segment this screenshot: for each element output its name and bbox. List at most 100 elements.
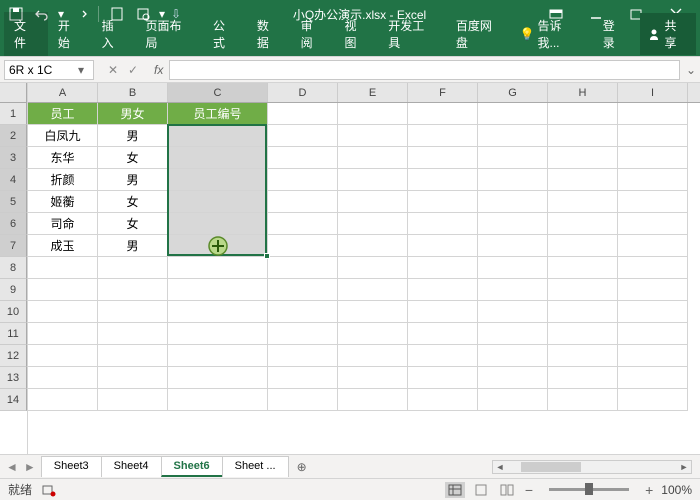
zoom-slider-thumb[interactable] xyxy=(585,483,593,495)
cells-area[interactable]: 员工男女员工编号白凤九男东华女折颜男姬蘅女司命女成玉男 xyxy=(28,103,700,411)
zoom-in-button[interactable]: + xyxy=(643,482,655,498)
sheet-tab-Sheet[interactable]: Sheet ... xyxy=(222,456,289,477)
cell-A7[interactable]: 成玉 xyxy=(28,235,98,257)
cell-C13[interactable] xyxy=(168,367,268,389)
cell-E2[interactable] xyxy=(338,125,408,147)
cell-I8[interactable] xyxy=(618,257,688,279)
cell-D11[interactable] xyxy=(268,323,338,345)
cell-E14[interactable] xyxy=(338,389,408,411)
column-header-A[interactable]: A xyxy=(28,83,98,102)
column-header-G[interactable]: G xyxy=(478,83,548,102)
cell-B6[interactable]: 女 xyxy=(98,213,168,235)
scrollbar-thumb[interactable] xyxy=(521,462,581,472)
cell-C9[interactable] xyxy=(168,279,268,301)
cell-B11[interactable] xyxy=(98,323,168,345)
cell-F14[interactable] xyxy=(408,389,478,411)
cell-A9[interactable] xyxy=(28,279,98,301)
cell-F3[interactable] xyxy=(408,147,478,169)
cell-E1[interactable] xyxy=(338,103,408,125)
cell-H5[interactable] xyxy=(548,191,618,213)
cell-C2[interactable] xyxy=(168,125,268,147)
fill-handle[interactable] xyxy=(264,253,270,259)
cell-E12[interactable] xyxy=(338,345,408,367)
cell-B2[interactable]: 男 xyxy=(98,125,168,147)
cell-B7[interactable]: 男 xyxy=(98,235,168,257)
cell-I2[interactable] xyxy=(618,125,688,147)
cell-A12[interactable] xyxy=(28,345,98,367)
cell-H13[interactable] xyxy=(548,367,618,389)
cell-A3[interactable]: 东华 xyxy=(28,147,98,169)
cell-F9[interactable] xyxy=(408,279,478,301)
row-header-2[interactable]: 2 xyxy=(0,125,27,147)
cell-F1[interactable] xyxy=(408,103,478,125)
cell-H4[interactable] xyxy=(548,169,618,191)
tab-review[interactable]: 审阅 xyxy=(291,12,335,56)
cell-F4[interactable] xyxy=(408,169,478,191)
expand-formula-bar[interactable]: ⌄ xyxy=(686,63,696,77)
cell-B5[interactable]: 女 xyxy=(98,191,168,213)
row-header-7[interactable]: 7 xyxy=(0,235,27,257)
view-page-break-button[interactable] xyxy=(497,482,517,498)
cell-F13[interactable] xyxy=(408,367,478,389)
cell-I7[interactable] xyxy=(618,235,688,257)
row-header-4[interactable]: 4 xyxy=(0,169,27,191)
tab-data[interactable]: 数据 xyxy=(247,12,291,56)
name-box[interactable]: 6R x 1C ▾ xyxy=(4,60,94,80)
cell-E4[interactable] xyxy=(338,169,408,191)
cancel-formula-button[interactable]: ✕ xyxy=(104,63,122,77)
row-header-11[interactable]: 11 xyxy=(0,323,27,345)
cell-H2[interactable] xyxy=(548,125,618,147)
cell-D2[interactable] xyxy=(268,125,338,147)
cell-B3[interactable]: 女 xyxy=(98,147,168,169)
row-header-3[interactable]: 3 xyxy=(0,147,27,169)
cell-A6[interactable]: 司命 xyxy=(28,213,98,235)
cell-C8[interactable] xyxy=(168,257,268,279)
login-button[interactable]: 登录 xyxy=(593,12,637,56)
cell-B8[interactable] xyxy=(98,257,168,279)
cell-C6[interactable] xyxy=(168,213,268,235)
tab-layout[interactable]: 页面布局 xyxy=(135,12,203,56)
scroll-right-arrow[interactable]: ► xyxy=(677,462,691,472)
cell-B4[interactable]: 男 xyxy=(98,169,168,191)
cell-H3[interactable] xyxy=(548,147,618,169)
cell-A13[interactable] xyxy=(28,367,98,389)
cell-A2[interactable]: 白凤九 xyxy=(28,125,98,147)
cell-E10[interactable] xyxy=(338,301,408,323)
cell-G10[interactable] xyxy=(478,301,548,323)
cell-F2[interactable] xyxy=(408,125,478,147)
select-all-corner[interactable] xyxy=(0,83,27,103)
cell-A8[interactable] xyxy=(28,257,98,279)
view-page-layout-button[interactable] xyxy=(471,482,491,498)
row-header-10[interactable]: 10 xyxy=(0,301,27,323)
row-header-6[interactable]: 6 xyxy=(0,213,27,235)
cell-F10[interactable] xyxy=(408,301,478,323)
formula-bar[interactable] xyxy=(169,60,680,80)
macro-record-icon[interactable] xyxy=(42,483,56,497)
tab-baidu[interactable]: 百度网盘 xyxy=(446,12,514,56)
cell-I3[interactable] xyxy=(618,147,688,169)
tell-me-search[interactable]: 💡 告诉我... xyxy=(514,13,589,55)
cell-G3[interactable] xyxy=(478,147,548,169)
sheet-tab-Sheet3[interactable]: Sheet3 xyxy=(41,456,102,477)
cell-D10[interactable] xyxy=(268,301,338,323)
cell-C1[interactable]: 员工编号 xyxy=(168,103,268,125)
sheet-tab-Sheet6[interactable]: Sheet6 xyxy=(161,456,223,477)
add-sheet-button[interactable]: ⊕ xyxy=(289,457,315,477)
fx-label[interactable]: fx xyxy=(148,63,169,77)
column-header-B[interactable]: B xyxy=(98,83,168,102)
cell-A4[interactable]: 折颜 xyxy=(28,169,98,191)
cell-C14[interactable] xyxy=(168,389,268,411)
cell-I1[interactable] xyxy=(618,103,688,125)
cell-F8[interactable] xyxy=(408,257,478,279)
cell-D7[interactable] xyxy=(268,235,338,257)
cell-E11[interactable] xyxy=(338,323,408,345)
zoom-out-button[interactable]: − xyxy=(523,482,535,498)
cell-I6[interactable] xyxy=(618,213,688,235)
tab-home[interactable]: 开始 xyxy=(48,12,92,56)
column-header-D[interactable]: D xyxy=(268,83,338,102)
row-header-8[interactable]: 8 xyxy=(0,257,27,279)
cell-I10[interactable] xyxy=(618,301,688,323)
cell-G4[interactable] xyxy=(478,169,548,191)
cell-I9[interactable] xyxy=(618,279,688,301)
column-header-H[interactable]: H xyxy=(548,83,618,102)
